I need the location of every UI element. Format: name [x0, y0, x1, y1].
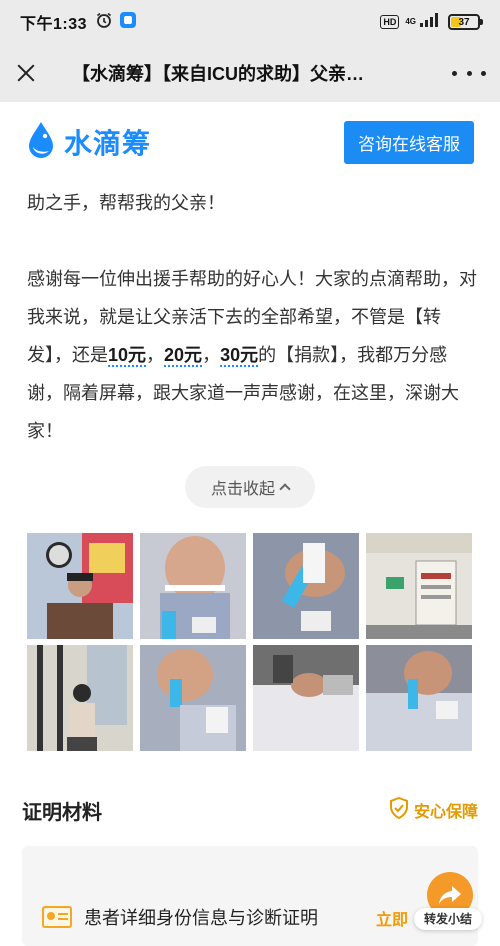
close-icon[interactable] [14, 61, 38, 85]
alarm-icon [95, 11, 113, 34]
nav-bar: 【水滴筹】【来自ICU的求助】父亲… [0, 44, 500, 102]
brand-name: 水滴筹 [64, 128, 152, 159]
brand-header: 水滴筹 咨询在线客服 [0, 102, 500, 182]
photo-6[interactable] [140, 645, 246, 751]
patient-info-item[interactable]: 患者详细身份信息与诊断证明 [42, 904, 318, 930]
photo-2[interactable] [140, 533, 246, 639]
brand-logo: 水滴筹 [26, 120, 151, 165]
photo-7[interactable] [253, 645, 359, 751]
network-type: 4G [405, 17, 416, 26]
hd-badge: HD [380, 15, 400, 29]
photo-3[interactable] [253, 533, 359, 639]
amount-30[interactable]: 30元 [220, 345, 259, 367]
proof-card: 患者详细身份信息与诊断证明 立即 [22, 846, 478, 946]
more-icon[interactable] [452, 70, 486, 76]
consult-online-service-button[interactable]: 咨询在线客服 [344, 120, 474, 164]
safe-guarantee-link[interactable]: 安心保障 [389, 796, 478, 824]
status-bar: 下午1:33 HD 4G 37 [0, 0, 500, 44]
photo-5[interactable] [27, 645, 133, 751]
proof-section-header: 证明材料 安心保障 [22, 790, 478, 830]
page-title: 【水滴筹】【来自ICU的求助】父亲… [72, 64, 364, 84]
story-paragraph: 感谢每一位伸出援手帮助的好心人！大家的点滴帮助，对我来说，就是让父亲活下去的全部… [27, 269, 477, 441]
amount-10[interactable]: 10元 [108, 345, 147, 367]
patient-info-label: 患者详细身份信息与诊断证明 [84, 908, 318, 928]
photo-4[interactable] [366, 533, 472, 639]
battery-percent: 37 [458, 16, 470, 28]
collapse-button[interactable]: 点击收起 [185, 466, 315, 508]
battery-icon: 37 [448, 14, 483, 30]
app-notification-icon [119, 11, 137, 34]
amount-20[interactable]: 20元 [164, 345, 203, 367]
shield-check-icon [389, 796, 409, 824]
share-summary-button[interactable]: 转发小结 [414, 872, 482, 942]
proof-title: 证明材料 [22, 801, 102, 824]
water-drop-icon [26, 120, 56, 165]
story-paragraph: 助之手，帮帮我的父亲！ [27, 193, 225, 213]
photo-grid [27, 533, 473, 751]
photo-8[interactable] [366, 645, 472, 751]
status-time: 下午1:33 [20, 16, 88, 33]
story-content: 助之手，帮帮我的父亲！ 感谢每一位伸出援手帮助的好心人！大家的点滴帮助，对我来说… [27, 184, 477, 450]
photo-1[interactable] [27, 533, 133, 639]
view-now-link[interactable]: 立即 [376, 906, 408, 930]
chevron-up-icon [279, 483, 291, 495]
signal-icon [420, 12, 442, 32]
id-card-icon [42, 906, 72, 928]
share-label: 转发小结 [414, 908, 482, 930]
